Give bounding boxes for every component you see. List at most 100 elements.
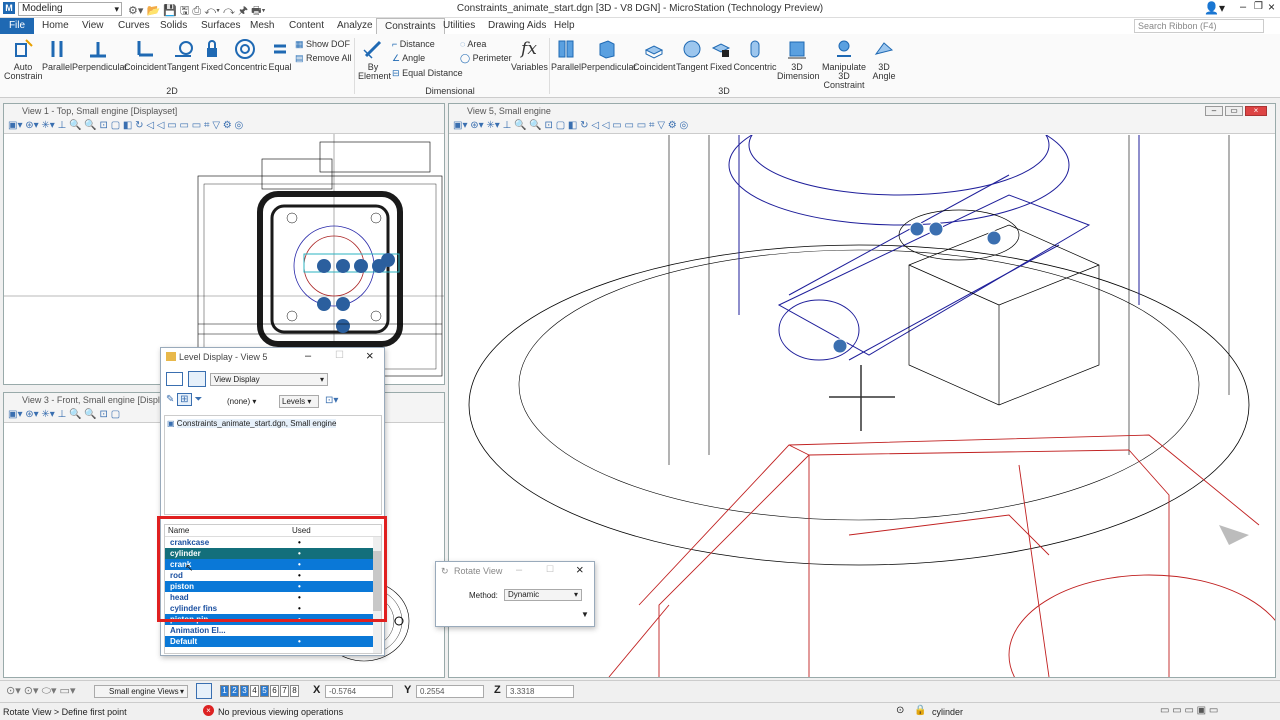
level-display-title: Level Display - View 5 (179, 352, 268, 362)
show-dof-button[interactable]: ▦ Show DOF (295, 39, 350, 50)
tab-utilities[interactable]: Utilities (435, 18, 483, 34)
remove-all-button[interactable]: ▤ Remove All (295, 53, 352, 64)
view-groups-dialog-icon[interactable] (196, 683, 212, 699)
x-coordinate-field[interactable]: -0.5764 (325, 685, 393, 698)
view-5-title: View 5, Small engine (449, 104, 1275, 118)
dialog-minimize-button[interactable]: – (516, 564, 522, 576)
perpendicular-3d-icon (599, 40, 615, 59)
tree-item-file[interactable]: ▣ Constraints_animate_start.dgn, Small e… (165, 416, 381, 431)
view-6-button[interactable]: 6 (270, 685, 279, 697)
user-icon[interactable]: 👤▾ (1204, 1, 1225, 15)
view-groups-select[interactable]: Small engine Views ▾ (94, 685, 188, 698)
view-5-button[interactable]: 5 (260, 685, 269, 697)
y-coordinate-field[interactable]: 0.2554 (416, 685, 484, 698)
dialog-close-button[interactable]: × (366, 348, 374, 363)
equal-2d-button[interactable]: Equal (266, 38, 294, 72)
tangent-3d-button[interactable]: Tangent (675, 38, 709, 72)
view-nav-icons[interactable]: ⊙▾ ⊙▾ ⬭▾ ▭▾ (6, 684, 75, 698)
equal-distance-button[interactable]: ⊟ Equal Distance (392, 68, 463, 79)
distance-button[interactable]: ⌐ Distance (392, 39, 435, 49)
tab-curves[interactable]: Curves (110, 18, 158, 34)
window-title: Constraints_animate_start.dgn [3D - V8 D… (456, 3, 824, 14)
angle-button[interactable]: ∠ Angle (392, 53, 425, 64)
fixed-3d-button[interactable]: Fixed (709, 38, 733, 72)
perimeter-button[interactable]: ◯ Perimeter (460, 53, 512, 64)
view-1-button[interactable]: 1 (220, 685, 229, 697)
concentric-3d-button[interactable]: Concentric (733, 38, 777, 72)
tab-drawing-aids[interactable]: Drawing Aids (480, 18, 554, 34)
view-select-icon[interactable] (188, 371, 206, 387)
dialog-close-button[interactable]: × (576, 562, 584, 577)
view-5-maximize-button[interactable]: ▭ (1225, 106, 1243, 116)
minimize-button[interactable]: – (1240, 1, 1246, 13)
view-2-button[interactable]: 2 (230, 685, 239, 697)
dialog-maximize-button[interactable]: ☐ (546, 564, 554, 575)
perpendicular-3d-button[interactable]: Perpendicular (581, 38, 637, 72)
view-5-minimize-button[interactable]: – (1205, 106, 1223, 116)
variables-button[interactable]: fx Variables (511, 38, 548, 72)
tangent-2d-button[interactable]: Tangent (166, 38, 200, 72)
auto-constrain-button[interactable]: Auto Constrain (4, 38, 43, 81)
angle-3d-button[interactable]: 3D Angle (871, 38, 897, 81)
view-7-button[interactable]: 7 (280, 685, 289, 697)
mouse-cursor: ↖ (185, 563, 194, 574)
view-toolbar[interactable]: ▣▾ ⊛▾ ✳▾ ⊥ 🔍 🔍 ⊡ ▢ ◧ ↻ ◁ ◁ ▭ ▭ ▭ ⌗ ▽ ⚙ ◎ (449, 118, 1275, 134)
filter-select[interactable]: (none) ▾ (227, 397, 256, 406)
lock-3d-icon (711, 43, 731, 57)
level-row[interactable]: Animation El... (165, 625, 373, 636)
tab-file[interactable]: File (0, 18, 34, 34)
parallel-2d-button[interactable]: Parallel (42, 38, 72, 72)
view-4-button[interactable]: 4 (250, 685, 259, 697)
concentric-2d-button[interactable]: Concentric (224, 38, 267, 72)
status-bar: Rotate View > Define first point × No pr… (0, 702, 1280, 720)
ribbon-panel: Auto Constrain Parallel Perpendicular Co… (0, 34, 1280, 98)
z-coordinate-field[interactable]: 3.3318 (506, 685, 574, 698)
tab-help[interactable]: Help (546, 18, 583, 34)
tab-content[interactable]: Content (281, 18, 332, 34)
lock-status-icon[interactable]: 🔒 (914, 705, 926, 716)
tab-view[interactable]: View (74, 18, 112, 34)
area-button[interactable]: ◌ Area (460, 39, 486, 49)
expand-arrow-icon[interactable]: ▼ (581, 610, 589, 619)
by-element-button[interactable]: By Element (358, 38, 391, 81)
active-level[interactable]: cylinder (932, 707, 963, 717)
manipulate-3d-constraint-button[interactable]: Manipulate 3D Constraint (817, 38, 871, 90)
levels-select[interactable]: Levels ▾ (279, 395, 319, 408)
fixed-2d-button[interactable]: Fixed (200, 38, 224, 72)
rotate-view-dialog: Rotate View ↻ – ☐ × Method: Dynamic ▾ ▼ (435, 561, 595, 627)
coincident-icon (137, 41, 153, 57)
dialog-minimize-button[interactable]: – (305, 350, 311, 362)
level-row[interactable]: Default • (165, 636, 373, 647)
view-8-button[interactable]: 8 (290, 685, 299, 697)
close-button[interactable]: × (1268, 0, 1275, 14)
level-toolbar[interactable]: ✎ ⊞ ⏷ (166, 393, 202, 406)
tab-home[interactable]: Home (34, 18, 77, 34)
view-1-top[interactable]: View 1 - Top, Small engine [Displayset] … (3, 103, 445, 385)
coincident-3d-button[interactable]: Coincident (633, 38, 676, 72)
snap-icon[interactable]: ⊙ (896, 705, 904, 716)
level-settings-icon[interactable]: ⊡▾ (325, 395, 338, 406)
ribbon-search-input[interactable]: Search Ribbon (F4) (1134, 19, 1264, 33)
tab-analyze[interactable]: Analyze (329, 18, 381, 34)
restore-button[interactable]: ❐ (1254, 1, 1263, 12)
tab-surfaces[interactable]: Surfaces (193, 18, 248, 34)
tab-mesh[interactable]: Mesh (242, 18, 282, 34)
dialog-maximize-button[interactable]: ☐ (335, 350, 344, 361)
view-5-close-button[interactable]: × (1245, 106, 1267, 116)
tab-solids[interactable]: Solids (152, 18, 195, 34)
level-tree[interactable]: ▣ Constraints_animate_start.dgn, Small e… (164, 415, 382, 515)
parallel-icon (51, 41, 63, 57)
level-name: Animation El... (170, 626, 226, 635)
view-toolbar[interactable]: ▣▾ ⊛▾ ✳▾ ⊥ 🔍 🔍 ⊡ ▢ ◧ ↻ ◁ ◁ ▭ ▭ ▭ ⌗ ▽ ⚙ ◎ (4, 118, 444, 134)
display-mode-select[interactable]: View Display ▾ (210, 373, 328, 386)
dimension-3d-button[interactable]: 3D Dimension (777, 38, 820, 81)
lock-icon (207, 40, 217, 57)
view-3-button[interactable]: 3 (240, 685, 249, 697)
perpendicular-2d-button[interactable]: Perpendicular (72, 38, 128, 72)
equal-icon (274, 44, 286, 54)
status-tray-icons[interactable]: ▭ ▭ ▭ ▣ ▭ (1160, 705, 1218, 716)
coincident-2d-button[interactable]: Coincident (124, 38, 167, 72)
parallel-3d-button[interactable]: Parallel (551, 38, 581, 72)
method-select[interactable]: Dynamic ▾ (504, 589, 582, 601)
display-mode-icon[interactable] (166, 372, 183, 386)
